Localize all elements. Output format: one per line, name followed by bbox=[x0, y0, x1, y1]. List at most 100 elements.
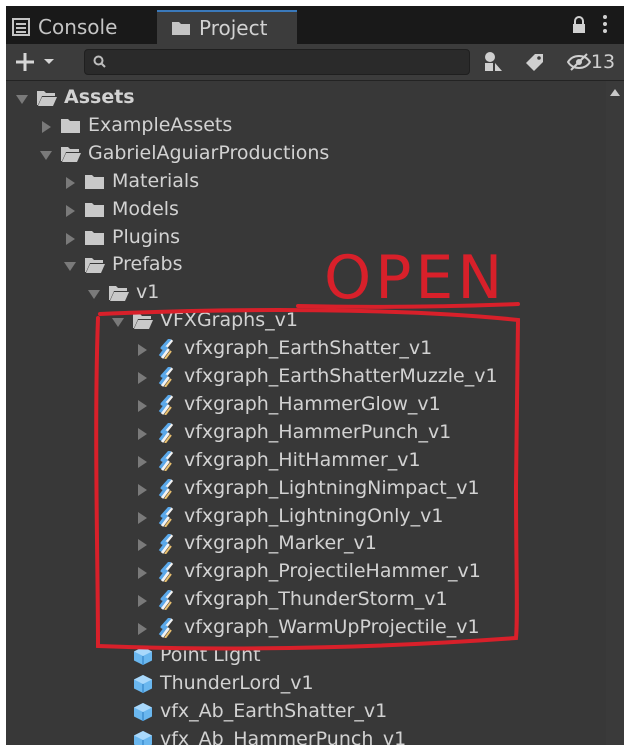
expanded-arrow-icon[interactable] bbox=[88, 290, 100, 300]
collapsed-arrow-icon[interactable] bbox=[138, 455, 147, 468]
tree-item-label: Point Light bbox=[160, 644, 261, 666]
tree-item[interactable]: ThunderLord_v1 bbox=[6, 671, 606, 698]
collapsed-arrow-icon[interactable] bbox=[138, 399, 147, 412]
collapsed-arrow-icon[interactable] bbox=[138, 623, 147, 636]
search-icon bbox=[93, 55, 106, 68]
collapsed-arrow-icon[interactable] bbox=[66, 232, 75, 245]
prefab-cube-icon bbox=[134, 647, 152, 665]
tree-item-label: vfxgraph_Marker_v1 bbox=[184, 532, 377, 555]
hidden-packages-count: 13 bbox=[590, 51, 616, 73]
tree-item[interactable]: Plugins bbox=[6, 225, 606, 252]
tree-item[interactable]: vfx_Ab_EarthShatter_v1 bbox=[6, 699, 606, 726]
collapsed-arrow-icon[interactable] bbox=[42, 120, 51, 133]
tree-item[interactable]: vfxgraph_LightningOnly_v1 bbox=[6, 504, 606, 531]
tree-item-label: vfxgraph_HammerGlow_v1 bbox=[184, 392, 441, 415]
tree-item-label: Plugins bbox=[112, 225, 181, 248]
tree-item[interactable]: vfxgraph_HammerPunch_v1 bbox=[6, 420, 606, 447]
tree-item[interactable]: Models bbox=[6, 197, 606, 224]
tree-item[interactable]: vfxgraph_EarthShatterMuzzle_v1 bbox=[6, 364, 606, 391]
folder-open-icon bbox=[133, 314, 153, 330]
collapsed-arrow-icon[interactable] bbox=[138, 344, 147, 357]
vfx-graph-icon bbox=[158, 339, 174, 360]
expanded-arrow-icon[interactable] bbox=[16, 95, 28, 104]
collapsed-arrow-icon[interactable] bbox=[138, 372, 147, 384]
collapsed-arrow-icon[interactable] bbox=[138, 483, 147, 496]
tree-item[interactable]: vfxgraph_WarmUpProjectile_v1 bbox=[6, 615, 606, 642]
collapsed-arrow-icon[interactable] bbox=[138, 511, 147, 524]
tree-item-label: vfx_Ab_HammerPunch_v1 bbox=[160, 727, 407, 745]
vfx-graph-icon bbox=[158, 506, 174, 527]
more-options-icon[interactable] bbox=[601, 14, 609, 34]
search-by-type-icon bbox=[485, 52, 502, 71]
tree-item-label: vfxgraph_HammerPunch_v1 bbox=[184, 420, 452, 443]
lock-icon[interactable] bbox=[571, 16, 587, 34]
tree-item-label: vfxgraph_LightningOnly_v1 bbox=[184, 504, 444, 527]
eye-slash-icon bbox=[566, 53, 591, 71]
search-by-type-button[interactable] bbox=[476, 50, 510, 74]
tab-console-label: Console bbox=[38, 15, 118, 39]
tree-item[interactable]: VFXGraphs_v1 bbox=[6, 308, 606, 335]
folder-open-icon bbox=[37, 91, 57, 106]
tree-item[interactable]: vfxgraph_HammerGlow_v1 bbox=[6, 392, 606, 419]
folder-icon bbox=[85, 202, 104, 217]
tree-item[interactable]: vfxgraph_Marker_v1 bbox=[6, 531, 606, 558]
tree-item-label: ExampleAssets bbox=[88, 113, 233, 136]
collapsed-arrow-icon[interactable] bbox=[138, 539, 147, 552]
search-by-label-button[interactable] bbox=[518, 50, 552, 74]
vfx-graph-icon bbox=[158, 590, 174, 611]
tree-item-label: GabrielAguiarProductions bbox=[88, 141, 330, 164]
folder-icon bbox=[61, 118, 80, 133]
tree-item[interactable]: Prefabs bbox=[6, 252, 606, 279]
tree-item[interactable]: ExampleAssets bbox=[6, 113, 606, 140]
vfx-graph-icon bbox=[158, 367, 174, 387]
tree-item-label: vfxgraph_HitHammer_v1 bbox=[184, 448, 421, 471]
vfx-graph-icon bbox=[158, 618, 174, 639]
collapsed-arrow-icon[interactable] bbox=[138, 595, 147, 608]
prefab-cube-icon bbox=[134, 730, 152, 745]
vfx-graph-icon bbox=[158, 450, 174, 471]
collapsed-arrow-icon[interactable] bbox=[138, 567, 147, 580]
tree-item-label: Prefabs bbox=[112, 253, 183, 276]
folder-open-icon bbox=[85, 258, 105, 274]
vfx-graph-icon bbox=[158, 422, 174, 443]
tree-item[interactable]: v1 bbox=[6, 280, 606, 307]
tree-item[interactable]: vfxgraph_HitHammer_v1 bbox=[6, 448, 606, 475]
tree-item-label: vfxgraph_EarthShatter_v1 bbox=[184, 337, 433, 360]
console-icon bbox=[12, 18, 30, 36]
tree-item-label: vfxgraph_EarthShatterMuzzle_v1 bbox=[184, 365, 498, 387]
expanded-arrow-icon[interactable] bbox=[64, 262, 76, 272]
vfx-graph-icon bbox=[158, 562, 174, 583]
search-input[interactable] bbox=[111, 51, 455, 73]
vertical-scrollbar[interactable] bbox=[606, 81, 624, 745]
collapsed-arrow-icon[interactable] bbox=[138, 427, 147, 440]
expanded-arrow-icon[interactable] bbox=[112, 318, 124, 328]
collapsed-arrow-icon[interactable] bbox=[66, 176, 75, 189]
create-button[interactable] bbox=[14, 50, 64, 74]
prefab-cube-icon bbox=[134, 702, 152, 721]
folder-open-icon bbox=[61, 146, 81, 162]
folder-icon bbox=[172, 22, 190, 35]
prefab-cube-icon bbox=[134, 674, 152, 693]
tree-item[interactable]: vfxgraph_ThunderStorm_v1 bbox=[6, 587, 606, 614]
scroll-up-arrow-icon[interactable] bbox=[610, 89, 620, 96]
tree-item[interactable]: Materials bbox=[6, 169, 606, 196]
plus-icon bbox=[16, 53, 34, 71]
tree-item[interactable]: vfxgraph_ProjectileHammer_v1 bbox=[6, 559, 606, 586]
tab-console[interactable]: Console bbox=[12, 10, 152, 44]
tree-item[interactable]: Assets bbox=[6, 85, 606, 112]
project-tree: Assets ExampleAssets GabrielAguiarProducti… bbox=[6, 81, 606, 745]
tab-project[interactable]: Project bbox=[157, 10, 297, 44]
tree-item[interactable]: vfxgraph_LightningNimpact_v1 bbox=[6, 476, 606, 503]
tree-item[interactable]: Point Light bbox=[6, 643, 606, 670]
tab-project-label: Project bbox=[199, 16, 268, 40]
hidden-packages-button[interactable]: 13 bbox=[562, 50, 620, 74]
tree-item-label: Models bbox=[112, 197, 179, 220]
project-toolbar: 13 bbox=[6, 44, 624, 81]
tree-item[interactable]: GabrielAguiarProductions bbox=[6, 141, 606, 168]
expanded-arrow-icon[interactable] bbox=[40, 150, 52, 160]
tree-item-label: Materials bbox=[112, 169, 200, 192]
tree-item[interactable]: vfx_Ab_HammerPunch_v1 bbox=[6, 727, 606, 745]
search-field[interactable] bbox=[84, 49, 470, 75]
tree-item[interactable]: vfxgraph_EarthShatter_v1 bbox=[6, 336, 606, 363]
collapsed-arrow-icon[interactable] bbox=[66, 204, 75, 217]
